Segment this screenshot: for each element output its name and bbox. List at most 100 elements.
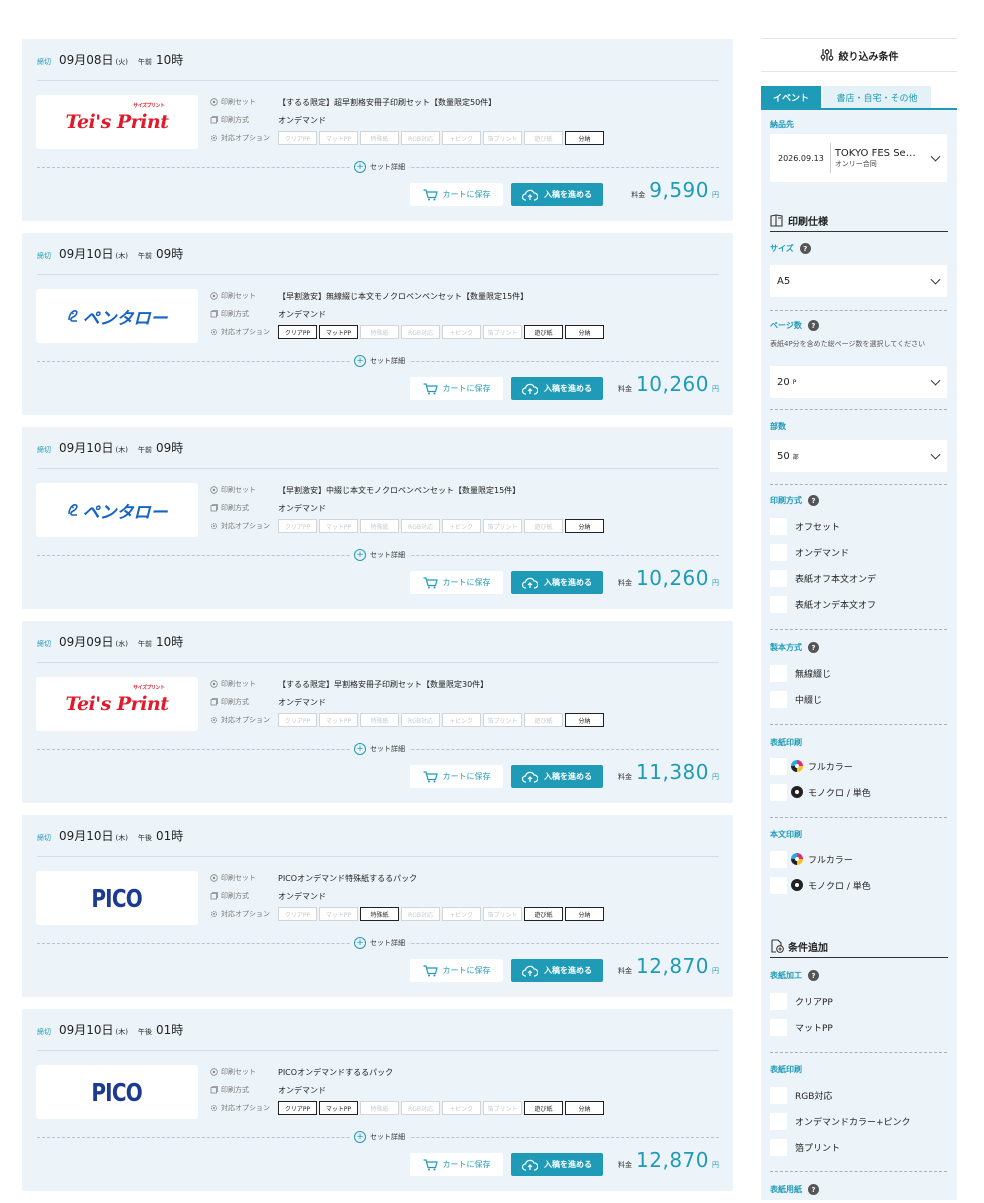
set-detail-toggle[interactable]: + セット詳細: [350, 743, 409, 755]
checkbox[interactable]: [770, 757, 787, 775]
option-badge: マットPP: [319, 1101, 358, 1115]
method-label: 印刷方式: [221, 892, 249, 900]
print-set-label: 印刷セット: [221, 874, 256, 882]
help-icon[interactable]: ?: [808, 970, 819, 981]
printer-logo-box[interactable]: Tei's Print サイズプリント: [36, 95, 198, 149]
save-to-cart-button[interactable]: カートに保存: [410, 959, 503, 982]
tab-other[interactable]: 書店・自宅・その他: [823, 86, 931, 108]
spec-list: 印刷セット 【早割激安】中綴じ本文モノクロペンペンセット【数量限定15件】 印刷方式…: [210, 481, 670, 535]
cloud-upload-icon: [522, 577, 544, 589]
checkbox[interactable]: [770, 1086, 787, 1104]
checkbox-matte-pp[interactable]: マットPP: [770, 1018, 833, 1036]
set-detail-toggle[interactable]: + セット詳細: [350, 161, 409, 173]
destination-tabs: イベント 書店・自宅・その他: [761, 86, 957, 110]
checkbox-ondemand[interactable]: オンデマンド: [770, 543, 849, 561]
checkbox[interactable]: [770, 569, 787, 587]
deadline-time: 09時: [156, 441, 184, 455]
printer-logo-box[interactable]: PICO: [36, 871, 198, 925]
deadline-weekday: (木): [115, 1028, 129, 1036]
checkbox[interactable]: [770, 850, 787, 868]
checkbox-offset[interactable]: オフセット: [770, 517, 840, 535]
copies-select[interactable]: 50 部: [770, 440, 947, 472]
logo-subtitle: サイズプリント: [133, 103, 165, 109]
checkbox-ondemand-pink[interactable]: オンデマンドカラー+ピンク: [770, 1112, 911, 1130]
checkbox[interactable]: [770, 595, 787, 613]
checkbox-saddle-stitch[interactable]: 中綴じ: [770, 690, 822, 708]
checkbox-cover-mono[interactable]: モノクロ / 単色: [770, 783, 871, 801]
checkbox[interactable]: [770, 992, 787, 1010]
printer-logo-box[interactable]: PICO: [36, 1065, 198, 1119]
filter-icon: [820, 49, 833, 61]
print-set-value[interactable]: PICOオンデマンド特殊紙するるパック: [278, 873, 417, 884]
set-detail-toggle[interactable]: + セット詳細: [350, 549, 409, 561]
delivery-select[interactable]: 2026.09.13 TOKYO FES Se… オンリー合同: [770, 134, 947, 182]
save-to-cart-button[interactable]: カートに保存: [410, 571, 503, 594]
print-method-icon: [210, 1086, 218, 1094]
checkbox-body-mono[interactable]: モノクロ / 単色: [770, 876, 871, 894]
set-detail-toggle[interactable]: + セット詳細: [350, 1131, 409, 1143]
print-set-value[interactable]: 【早割激安】無線綴じ本文モノクロペンペンセット【数量限定15件】: [278, 291, 528, 302]
help-icon[interactable]: ?: [808, 495, 819, 506]
deadline-time: 10時: [156, 53, 184, 67]
checkbox[interactable]: [770, 1112, 787, 1130]
checkbox-cover-on-body-off[interactable]: 表紙オンデ本文オフ: [770, 595, 876, 613]
checkbox[interactable]: [770, 517, 787, 535]
price: 料金 10,260 円: [618, 566, 719, 590]
help-icon[interactable]: ?: [808, 642, 819, 653]
print-set-value[interactable]: 【早割激安】中綴じ本文モノクロペンペンセット【数量限定15件】: [278, 485, 520, 496]
tab-event[interactable]: イベント: [761, 86, 821, 108]
price: 料金 12,870 円: [618, 954, 719, 978]
set-detail-label: セット詳細: [370, 357, 405, 365]
help-icon[interactable]: ?: [799, 243, 811, 254]
method-row: 印刷方式 オンデマンド: [210, 887, 670, 905]
option-badge: +ピンク: [442, 131, 481, 145]
proceed-submission-button[interactable]: 入稿を進める: [511, 571, 603, 594]
set-detail-toggle[interactable]: + セット詳細: [350, 937, 409, 949]
size-select[interactable]: A5: [770, 265, 947, 297]
checkbox[interactable]: [770, 690, 787, 708]
filter-sidebar: 絞り込み条件 イベント 書店・自宅・その他 納品先 2026.09.13 TOK…: [761, 38, 957, 1200]
help-icon[interactable]: ?: [808, 1184, 819, 1195]
price-unit: 円: [712, 967, 719, 975]
proceed-submission-button[interactable]: 入稿を進める: [511, 959, 603, 982]
save-to-cart-button[interactable]: カートに保存: [410, 183, 503, 206]
method-label: 印刷方式?: [770, 495, 819, 506]
print-set-value[interactable]: 【するる限定】早割格安冊子印刷セット【数量限定30件】: [278, 679, 488, 690]
proceed-submission-button[interactable]: 入稿を進める: [511, 765, 603, 788]
proceed-submission-button[interactable]: 入稿を進める: [511, 183, 603, 206]
mono-icon: [791, 879, 803, 891]
method-label: 印刷方式: [221, 504, 249, 512]
checkbox-clear-pp[interactable]: クリアPP: [770, 992, 833, 1010]
printer-logo-box[interactable]: Tei's Print サイズプリント: [36, 677, 198, 731]
print-set-value[interactable]: 【するる限定】超早割格安冊子印刷セット【数量限定50件】: [278, 97, 496, 108]
checkbox[interactable]: [770, 664, 787, 682]
set-detail-toggle[interactable]: + セット詳細: [350, 355, 409, 367]
checkbox[interactable]: [770, 876, 787, 894]
printer-logo-box[interactable]: ペンタロー: [36, 483, 198, 537]
save-to-cart-button[interactable]: カートに保存: [410, 765, 503, 788]
help-icon[interactable]: ?: [807, 320, 819, 331]
save-to-cart-button[interactable]: カートに保存: [410, 377, 503, 400]
pages-select[interactable]: 20 P: [770, 366, 947, 398]
divider: [770, 484, 947, 485]
checkbox-foil[interactable]: 箔プリント: [770, 1138, 840, 1156]
checkbox-body-fullcolor[interactable]: フルカラー: [770, 850, 853, 868]
checkbox-rgb[interactable]: RGB対応: [770, 1086, 832, 1104]
checkbox[interactable]: [770, 783, 787, 801]
checkbox-perfect-binding[interactable]: 無線綴じ: [770, 664, 831, 682]
print-set-value[interactable]: PICOオンデマンドするるパック: [278, 1067, 393, 1078]
checkbox[interactable]: [770, 1138, 787, 1156]
deadline-weekday: (木): [115, 252, 129, 260]
checkbox[interactable]: [770, 1018, 787, 1036]
proceed-submission-button[interactable]: 入稿を進める: [511, 1153, 603, 1176]
checkbox-cover-fullcolor[interactable]: フルカラー: [770, 757, 853, 775]
save-to-cart-button[interactable]: カートに保存: [410, 1153, 503, 1176]
results-list: 締切 09月08日 (火) 午前 10時 Tei's Print サイズプリント 印刷セット【…: [22, 39, 733, 1203]
deadline-date: 09月08日: [59, 53, 114, 67]
checkbox-cover-off-body-on[interactable]: 表紙オフ本文オンデ: [770, 569, 876, 587]
method-label: 印刷方式: [221, 116, 249, 124]
printer-logo-box[interactable]: ペンタロー: [36, 289, 198, 343]
proceed-submission-button[interactable]: 入稿を進める: [511, 377, 603, 400]
pentaro-logo: ペンタロー: [67, 304, 168, 329]
checkbox[interactable]: [770, 543, 787, 561]
